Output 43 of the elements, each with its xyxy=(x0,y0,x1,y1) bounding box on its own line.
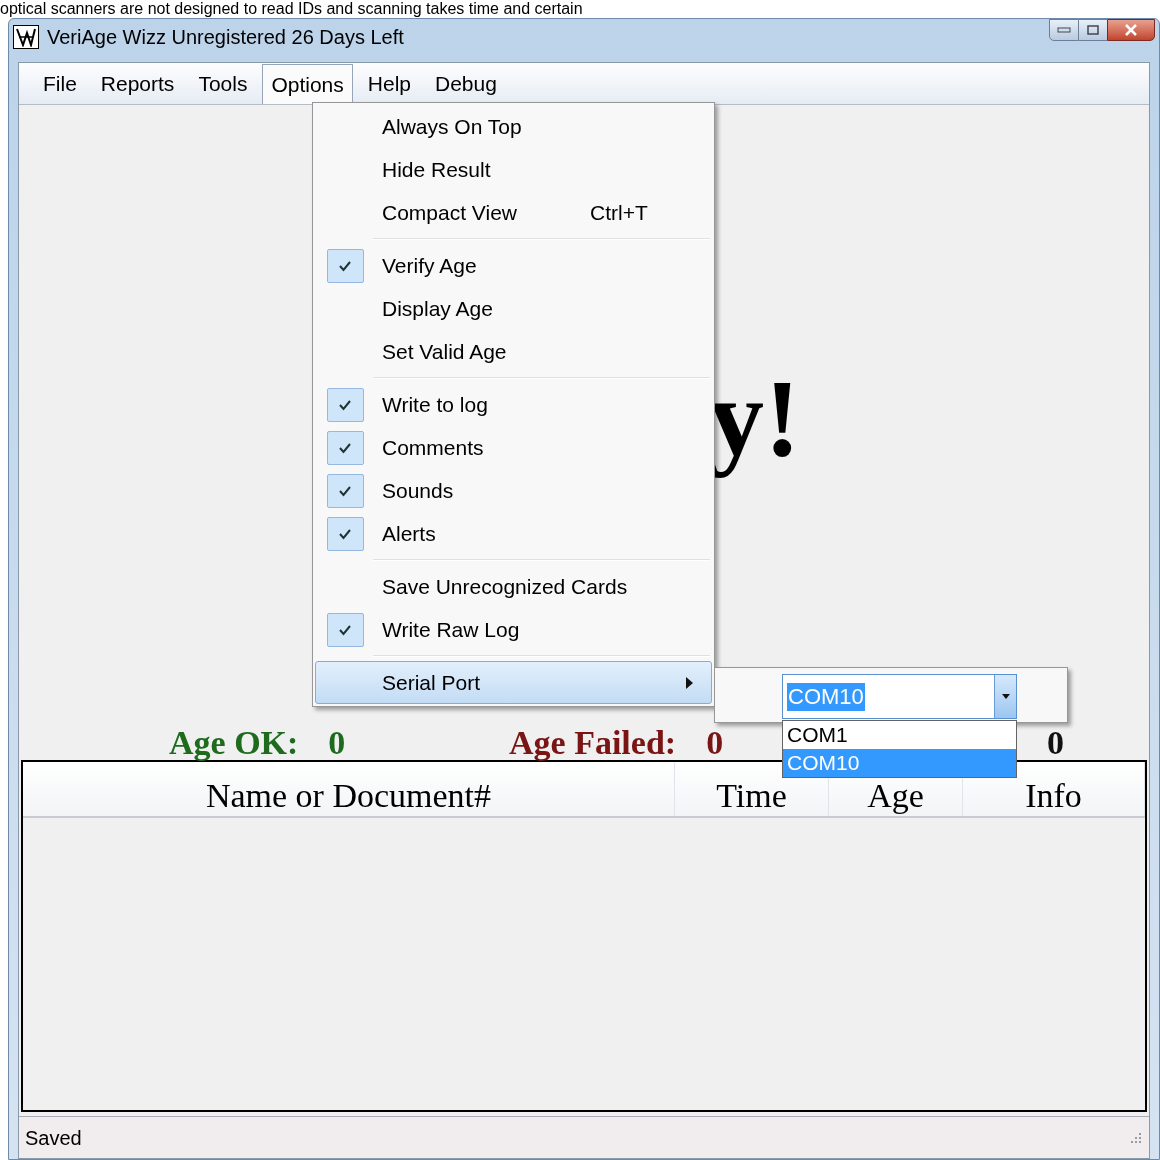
menu-option[interactable]: Comments xyxy=(315,426,712,469)
column-header[interactable]: Age xyxy=(867,778,924,814)
menu-item[interactable]: Tools xyxy=(189,64,257,104)
menu-option[interactable]: Display Age xyxy=(315,287,712,330)
status-text: Saved xyxy=(25,1125,82,1151)
column-header[interactable]: Info xyxy=(1025,778,1082,814)
column-header[interactable]: Time xyxy=(716,778,787,814)
counter-value: 0 xyxy=(706,726,724,760)
menu-option[interactable]: Save Unrecognized Cards xyxy=(315,565,712,608)
menu-option[interactable]: Alerts xyxy=(315,512,712,555)
window-title: VeriAge Wizz Unregistered 26 Days Left xyxy=(47,25,405,50)
menu-option[interactable]: Always On Top xyxy=(315,105,712,148)
menu-option[interactable]: Verify Age xyxy=(315,244,712,287)
minimize-button[interactable] xyxy=(1049,19,1079,41)
menu-option[interactable]: Write Raw Log xyxy=(315,608,712,651)
resize-grip-icon[interactable] xyxy=(1129,1130,1143,1145)
background-text: optical scanners are not designed to read IDs and scanning takes time and certain xyxy=(0,0,583,18)
shortcut-text: Ctrl+T xyxy=(590,199,648,226)
counter-value: 0 xyxy=(328,726,346,760)
menu-item[interactable]: Reports xyxy=(91,64,184,104)
maximize-icon xyxy=(1087,25,1099,35)
status-message: y! xyxy=(709,356,801,481)
port-option[interactable]: COM1 xyxy=(783,721,1016,749)
close-button[interactable] xyxy=(1107,19,1155,41)
menu-item[interactable]: File xyxy=(34,64,86,104)
menu-option[interactable]: Write to log xyxy=(315,383,712,426)
counter-label: Age Failed: xyxy=(509,726,677,760)
menu-item[interactable]: Debug xyxy=(426,64,506,104)
counter-value: 0 xyxy=(1047,726,1064,760)
app-logo-icon xyxy=(13,25,39,49)
menu-option[interactable]: Set Valid Age xyxy=(315,330,712,373)
counter-label: Age OK: xyxy=(169,726,299,760)
menu-option[interactable]: Compact View Ctrl+T xyxy=(315,191,712,234)
menu-option[interactable]: Sounds xyxy=(315,469,712,512)
minimize-icon xyxy=(1057,27,1071,33)
menu-option[interactable]: Hide Result xyxy=(315,148,712,191)
menu-item[interactable]: Help xyxy=(358,64,420,104)
menu-item[interactable]: Options xyxy=(262,64,353,104)
maximize-button[interactable] xyxy=(1079,19,1107,41)
column-header[interactable]: Name or Document# xyxy=(205,778,492,814)
menu-option[interactable]: Serial Port xyxy=(315,661,712,704)
submenu-arrow-icon xyxy=(686,676,693,689)
close-icon xyxy=(1124,24,1138,36)
